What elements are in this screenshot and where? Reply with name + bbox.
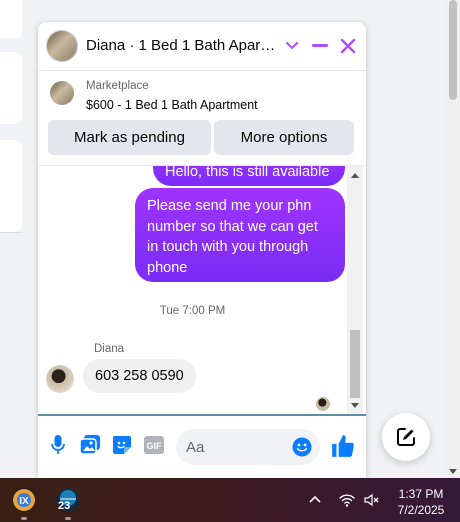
emoji-icon[interactable] — [292, 437, 312, 457]
new-message-button[interactable] — [382, 413, 430, 461]
message-list[interactable]: Hello, this is still available Please se… — [38, 166, 347, 414]
close-icon[interactable] — [336, 34, 360, 58]
sender-avatar[interactable] — [46, 365, 74, 393]
svg-text:GIF: GIF — [147, 441, 163, 451]
clock-date: 7/2/2025 — [397, 503, 445, 517]
background-card — [0, 140, 22, 232]
scroll-down-arrow[interactable] — [351, 403, 359, 408]
system-clock[interactable]: 1:37 PM 7/2/2025 — [386, 486, 456, 518]
background-divider — [0, 232, 22, 233]
sticker-icon[interactable] — [110, 433, 134, 457]
listing-avatar[interactable] — [46, 30, 78, 62]
chat-window: Diana · 1 Bed 1 Bath Apart... Marketplac… — [38, 22, 366, 478]
scroll-up-arrow[interactable] — [351, 173, 359, 178]
clock-time: 1:37 PM — [398, 487, 444, 501]
outgoing-message[interactable]: Hello, this is still available — [153, 166, 345, 186]
sender-name: Diana — [94, 343, 125, 355]
photo-icon[interactable] — [78, 433, 102, 457]
message-input[interactable] — [186, 429, 290, 465]
taskbar-running-indicator — [65, 517, 71, 520]
listing-summary[interactable]: Marketplace $600 - 1 Bed 1 Bath Apartmen… — [38, 71, 366, 117]
minimize-icon[interactable] — [308, 34, 332, 58]
read-receipt-avatar — [316, 397, 330, 411]
background-card — [0, 0, 22, 38]
message-scrollbar-thumb[interactable] — [350, 330, 360, 398]
outgoing-message[interactable]: Please send me your phn number so that w… — [135, 188, 345, 282]
listing-title[interactable]: $600 - 1 Bed 1 Bath Apartment — [86, 98, 258, 112]
chat-title[interactable]: Diana · 1 Bed 1 Bath Apart... — [86, 37, 276, 54]
chevron-up-icon[interactable] — [307, 492, 323, 508]
compose-icon — [397, 428, 415, 446]
more-options-button[interactable]: More options — [214, 120, 354, 155]
incoming-message[interactable]: 603 258 0590 — [83, 359, 196, 393]
message-composer: GIF — [38, 416, 366, 478]
thumbs-up-icon[interactable] — [330, 433, 356, 459]
background-card — [0, 52, 22, 124]
wifi-icon[interactable] — [339, 492, 355, 508]
page-scrollbar-thumb[interactable] — [449, 0, 457, 100]
weather-badge: 23 — [58, 500, 71, 512]
message-input-wrapper[interactable] — [176, 429, 320, 465]
taskbar-running-indicator — [21, 517, 27, 520]
gif-icon[interactable]: GIF — [142, 433, 166, 457]
message-timestamp: Tue 7:00 PM — [159, 305, 226, 317]
microphone-icon[interactable] — [46, 433, 70, 457]
page-scroll-down-arrow[interactable] — [449, 469, 457, 474]
svg-text:IX: IX — [19, 496, 29, 507]
chat-header[interactable]: Diana · 1 Bed 1 Bath Apart... — [38, 22, 366, 70]
message-scrollbar[interactable] — [347, 166, 363, 414]
chevron-down-icon[interactable] — [280, 34, 304, 58]
taskbar: IX 23 1:37 PM 7/2/2025 — [0, 478, 460, 522]
page-scrollbar[interactable] — [446, 0, 460, 478]
mark-as-pending-button[interactable]: Mark as pending — [48, 120, 211, 155]
taskbar-app-1[interactable]: IX — [12, 488, 36, 512]
listing-thumbnail[interactable] — [50, 81, 74, 105]
speaker-muted-icon[interactable] — [364, 492, 380, 508]
listing-source: Marketplace — [86, 80, 149, 92]
